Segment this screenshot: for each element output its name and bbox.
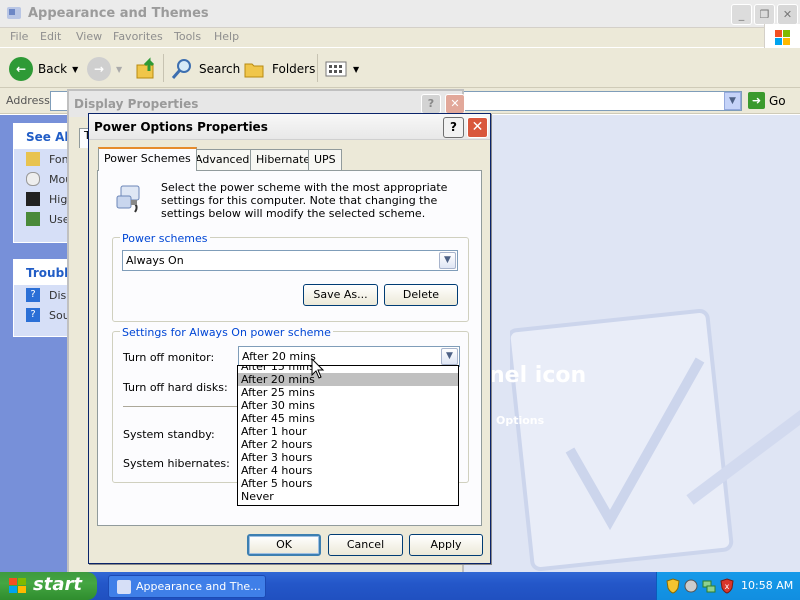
menu-edit[interactable]: Edit bbox=[40, 30, 61, 43]
tab-power-schemes[interactable]: Power Schemes bbox=[98, 147, 197, 171]
clock[interactable]: 10:58 AM bbox=[741, 579, 793, 592]
power-title: Power Options Properties bbox=[94, 120, 268, 134]
system-tray: x 10:58 AM bbox=[656, 572, 800, 600]
menu-bar: File Edit View Favorites Tools Help bbox=[0, 24, 800, 52]
power-options-link[interactable]: Options bbox=[496, 414, 544, 427]
forward-button[interactable]: → ▼ bbox=[87, 56, 122, 82]
tab-ups[interactable]: UPS bbox=[308, 149, 342, 170]
menu-favorites[interactable]: Favorites bbox=[113, 30, 163, 43]
go-button[interactable]: ➜ Go bbox=[748, 92, 786, 109]
search-icon bbox=[171, 59, 191, 79]
menu-view[interactable]: View bbox=[76, 30, 102, 43]
explorer-title-bar: Appearance and Themes _ ❐ ✕ bbox=[0, 0, 800, 28]
chevron-down-icon[interactable]: ▼ bbox=[439, 252, 456, 269]
chevron-down-icon[interactable]: ▼ bbox=[441, 348, 458, 365]
control-panel-icon bbox=[117, 580, 131, 594]
list-item[interactable]: After 15 mins bbox=[238, 366, 458, 373]
menu-tools[interactable]: Tools bbox=[174, 30, 201, 43]
control-panel-watermark-icon bbox=[510, 308, 800, 572]
views-button[interactable]: ▼ bbox=[324, 56, 359, 82]
taskbar: start Appearance and The... x 10:58 AM bbox=[0, 572, 800, 600]
maximize-button[interactable]: ❐ bbox=[754, 4, 775, 25]
up-folder-icon bbox=[136, 57, 155, 79]
list-item[interactable]: Never bbox=[238, 490, 458, 503]
help-button[interactable]: ? bbox=[443, 117, 464, 138]
list-item[interactable]: After 25 mins bbox=[238, 386, 458, 399]
ok-button[interactable]: OK bbox=[247, 534, 321, 556]
list-item[interactable]: After 4 hours bbox=[238, 464, 458, 477]
display-close-button[interactable]: ✕ bbox=[445, 94, 465, 114]
system-standby-label: System standby: bbox=[123, 428, 215, 441]
folders-button[interactable]: Folders bbox=[243, 56, 315, 82]
watermark-title: nel icon bbox=[489, 363, 587, 388]
address-label: Address bbox=[6, 94, 50, 107]
power-schemes-label: Power schemes bbox=[120, 232, 210, 245]
tab-hibernate[interactable]: Hibernate bbox=[250, 149, 317, 170]
standard-toolbar: ← Back ▼ → ▼ Search Folders ▼ bbox=[0, 48, 800, 88]
power-title-bar: Power Options Properties ? ✕ bbox=[89, 114, 490, 140]
display-help-button[interactable]: ? bbox=[421, 94, 441, 114]
turn-off-hard-disks-label: Turn off hard disks: bbox=[123, 381, 228, 394]
mouse-cursor-icon bbox=[311, 358, 325, 379]
network-icon[interactable] bbox=[702, 578, 716, 594]
close-button[interactable]: ✕ bbox=[777, 4, 798, 25]
views-dropdown-icon[interactable]: ▼ bbox=[353, 65, 359, 74]
fonts-folder-icon bbox=[26, 152, 40, 166]
monitor-timeout-dropdown-list: After 15 mins After 20 mins After 25 min… bbox=[237, 365, 459, 506]
minimize-button[interactable]: _ bbox=[731, 4, 752, 25]
help-icon: ? bbox=[26, 288, 40, 302]
list-item[interactable]: After 3 hours bbox=[238, 451, 458, 464]
folders-icon bbox=[244, 63, 264, 78]
windows-flag-icon bbox=[9, 578, 26, 593]
tab-advanced[interactable]: Advanced bbox=[189, 149, 256, 170]
menu-file[interactable]: File bbox=[10, 30, 28, 43]
back-button[interactable]: ← Back ▼ bbox=[9, 56, 78, 82]
control-panel-icon bbox=[7, 7, 21, 19]
list-item[interactable]: After 30 mins bbox=[238, 399, 458, 412]
forward-dropdown-icon: ▼ bbox=[116, 64, 123, 74]
volume-icon[interactable] bbox=[684, 578, 698, 594]
back-dropdown-icon[interactable]: ▼ bbox=[72, 65, 78, 74]
scheme-description: Select the power scheme with the most ap… bbox=[161, 181, 448, 220]
menu-help[interactable]: Help bbox=[214, 30, 239, 43]
monitor-timeout-select[interactable]: After 20 mins ▼ bbox=[238, 346, 460, 367]
save-as-button[interactable]: Save As... bbox=[303, 284, 378, 306]
system-hibernates-label: System hibernates: bbox=[123, 457, 230, 470]
apply-button[interactable]: Apply bbox=[409, 534, 483, 556]
help-icon: ? bbox=[26, 308, 40, 322]
dialog-close-button[interactable]: ✕ bbox=[467, 117, 488, 138]
svg-text:x: x bbox=[725, 582, 730, 591]
views-icon bbox=[325, 61, 347, 77]
up-folder-button[interactable] bbox=[135, 56, 159, 82]
divider bbox=[123, 406, 243, 407]
list-item[interactable]: After 2 hours bbox=[238, 438, 458, 451]
high-contrast-icon bbox=[26, 192, 40, 206]
list-item[interactable]: After 5 hours bbox=[238, 477, 458, 490]
user-picture-icon bbox=[26, 212, 40, 226]
list-item-selected[interactable]: After 20 mins bbox=[238, 373, 458, 386]
search-button[interactable]: Search bbox=[170, 56, 240, 82]
taskbar-button-appearance[interactable]: Appearance and The... bbox=[108, 575, 266, 598]
go-arrow-icon: ➜ bbox=[748, 92, 765, 109]
display-title: Display Properties bbox=[74, 97, 199, 111]
forward-arrow-icon: → bbox=[87, 57, 111, 81]
address-dropdown-icon[interactable]: ▼ bbox=[724, 92, 741, 110]
list-item[interactable]: After 45 mins bbox=[238, 412, 458, 425]
list-item[interactable]: After 1 hour bbox=[238, 425, 458, 438]
mouse-icon bbox=[26, 172, 40, 186]
scheme-settings-label: Settings for Always On power scheme bbox=[120, 326, 333, 339]
cancel-button[interactable]: Cancel bbox=[328, 534, 403, 556]
delete-button[interactable]: Delete bbox=[384, 284, 458, 306]
explorer-title: Appearance and Themes bbox=[28, 6, 209, 21]
security-shield-icon[interactable] bbox=[666, 578, 680, 594]
back-arrow-icon: ← bbox=[9, 57, 33, 81]
start-button[interactable]: start bbox=[0, 572, 97, 600]
security-alert-icon[interactable]: x bbox=[720, 578, 734, 594]
power-scheme-select[interactable]: Always On ▼ bbox=[122, 250, 458, 271]
power-scheme-icon bbox=[116, 185, 140, 213]
turn-off-monitor-label: Turn off monitor: bbox=[123, 351, 215, 364]
